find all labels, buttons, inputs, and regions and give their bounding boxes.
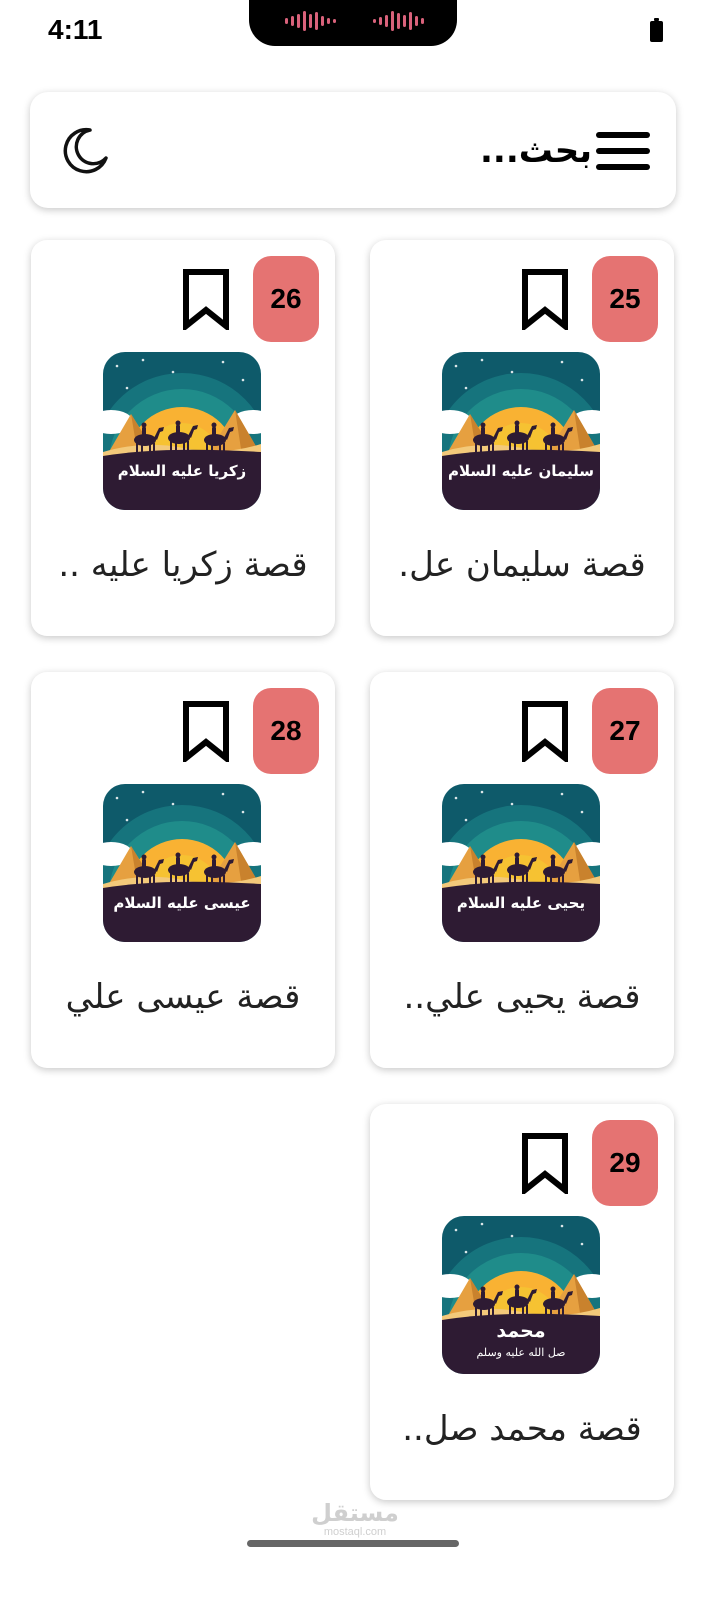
story-thumbnail: يحيى عليه السلام	[442, 784, 600, 942]
battery-icon	[650, 18, 663, 42]
search-input[interactable]	[290, 122, 594, 180]
story-title: قصة زكريا عليه ..	[58, 545, 308, 585]
story-thumbnail: محمد صل الله عليه وسلم	[442, 1216, 600, 1374]
story-number-badge: 25	[592, 256, 658, 342]
story-title: قصة سليمان عل.	[398, 545, 646, 585]
status-time: 4:11	[48, 14, 103, 45]
camera-notch	[249, 0, 457, 46]
story-title: قصة محمد صل..	[402, 1409, 642, 1449]
top-bar	[30, 92, 676, 208]
bookmark-icon[interactable]	[520, 700, 570, 765]
bookmark-icon[interactable]	[520, 1132, 570, 1197]
watermark-arabic: مستقل	[311, 1499, 399, 1527]
story-card[interactable]: 29 محمد صل الله عليه وسلم قصة محمد صل..	[370, 1104, 674, 1500]
status-bar: 4:11	[0, 0, 720, 60]
story-title: قصة عيسى علي	[65, 977, 301, 1017]
story-thumbnail: زكريا عليه السلام	[103, 352, 261, 510]
thumbnail-label: محمد	[496, 1320, 546, 1342]
story-number-badge: 27	[592, 688, 658, 774]
thumbnail-sublabel: صل الله عليه وسلم	[476, 1346, 566, 1359]
thumbnail-label: زكريا عليه السلام	[117, 462, 247, 480]
thumbnail-label: سليمان عليه السلام	[448, 462, 594, 480]
watermark-latin: mostaql.com	[323, 1526, 387, 1538]
bookmark-icon[interactable]	[520, 268, 570, 333]
story-card[interactable]: 27 يحيى عليه السلام قصة يحيى علي..	[370, 672, 674, 1068]
bookmark-icon[interactable]	[181, 700, 231, 765]
story-card[interactable]: 28 عيسى عليه السلام قصة عيسى علي	[31, 672, 335, 1068]
home-indicator	[247, 1540, 459, 1547]
story-card[interactable]: 26 زكريا عليه السلام قصة زكريا عليه ..	[31, 240, 335, 636]
story-number-badge: 26	[253, 256, 319, 342]
watermark: مستقل mostaql.com	[300, 1500, 410, 1538]
story-thumbnail: عيسى عليه السلام	[103, 784, 261, 942]
story-number-badge: 28	[253, 688, 319, 774]
story-card[interactable]: 25 سليمان عليه السلام قصة سليمان عل.	[370, 240, 674, 636]
bookmark-icon[interactable]	[181, 268, 231, 333]
dark-mode-moon-icon[interactable]	[60, 126, 110, 176]
audio-wave-icon	[373, 10, 424, 32]
thumbnail-label: يحيى عليه السلام	[456, 894, 586, 912]
story-number-badge: 29	[592, 1120, 658, 1206]
audio-wave-icon	[285, 10, 336, 32]
hamburger-menu-icon[interactable]	[596, 132, 650, 170]
story-thumbnail: سليمان عليه السلام	[442, 352, 600, 510]
thumbnail-label: عيسى عليه السلام	[113, 894, 251, 912]
story-title: قصة يحيى علي..	[403, 977, 641, 1017]
